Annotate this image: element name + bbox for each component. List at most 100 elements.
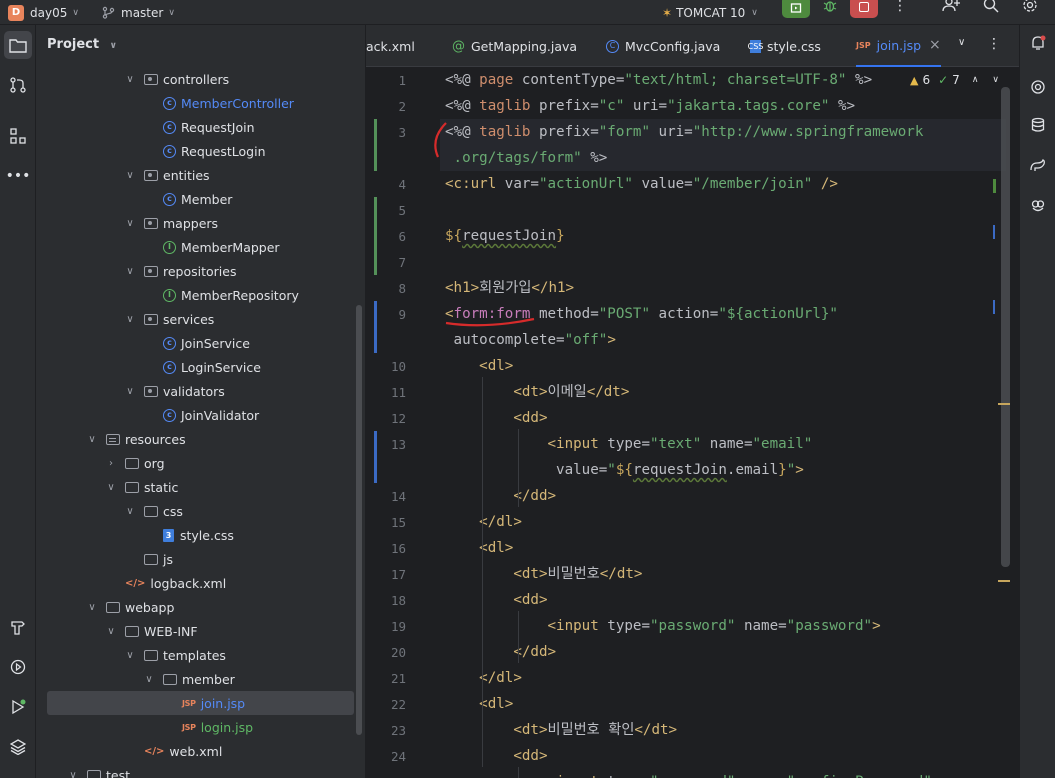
tree-item[interactable]: ∨ repositories	[36, 259, 365, 283]
code-line[interactable]: value="${requestJoin.email}">	[445, 460, 804, 480]
chevron-down-icon[interactable]: ∨	[86, 434, 98, 445]
tree-item[interactable]: c RequestJoin	[36, 115, 365, 139]
notifications-button[interactable]	[1028, 33, 1048, 53]
chevron-down-icon[interactable]: ∨	[992, 75, 999, 85]
chevron-up-icon[interactable]: ∧	[972, 75, 979, 85]
chevron-right-icon[interactable]: ›	[105, 458, 117, 469]
tree-item[interactable]: ∨ services	[36, 307, 365, 331]
editor-scrollbar[interactable]	[1001, 87, 1010, 567]
stop-button[interactable]	[850, 0, 878, 18]
tree-item[interactable]: I MemberRepository	[36, 283, 365, 307]
chevron-down-icon[interactable]: ∨	[67, 770, 79, 778]
error-stripe-mark[interactable]	[993, 179, 996, 193]
change-marker[interactable]	[374, 249, 377, 275]
tree-item[interactable]: ∨ templates	[36, 643, 365, 667]
code-line[interactable]: <dd>	[445, 408, 547, 428]
chevron-down-icon[interactable]: ∨	[124, 74, 136, 85]
branch-selector[interactable]: master ∨	[102, 0, 175, 25]
tree-item[interactable]: I MemberMapper	[36, 235, 365, 259]
change-marker[interactable]	[374, 223, 377, 249]
code-line[interactable]: <form:form method="POST" action="${actio…	[445, 304, 838, 324]
tree-item[interactable]: ∨ validators	[36, 379, 365, 403]
change-marker[interactable]	[374, 197, 377, 223]
code-line[interactable]: <dl>	[445, 694, 513, 714]
copilot-button[interactable]	[1028, 195, 1048, 215]
gear-icon[interactable]	[1022, 0, 1038, 13]
add-user-icon[interactable]	[942, 0, 960, 12]
change-marker[interactable]	[374, 301, 377, 327]
error-stripe-mark[interactable]	[993, 300, 995, 314]
chevron-down-icon[interactable]: ∨	[124, 170, 136, 181]
chevron-down-icon[interactable]: ∨	[124, 266, 136, 277]
tree-item[interactable]: c MemberController	[36, 91, 365, 115]
database-button[interactable]	[1028, 115, 1048, 135]
chevron-down-icon[interactable]: ∨	[958, 37, 965, 48]
editor-tab[interactable]: JSP join.jsp ×	[856, 25, 941, 67]
tree-item[interactable]: ∨ controllers	[36, 67, 365, 91]
tree-item[interactable]: c JoinValidator	[36, 403, 365, 427]
code-line[interactable]: <dt>이메일</dt>	[445, 382, 629, 402]
more-vertical-icon[interactable]: ⋮	[893, 0, 907, 14]
structure-tool-button[interactable]	[4, 122, 32, 150]
code-line[interactable]: <dl>	[445, 356, 513, 376]
change-marker[interactable]	[374, 457, 377, 483]
code-line[interactable]: <%@ taglib prefix="form" uri="http://www…	[445, 122, 923, 142]
gradle-button[interactable]	[1028, 155, 1048, 175]
more-tools-button[interactable]: •••	[4, 162, 32, 190]
code-line[interactable]: ${requestJoin}	[445, 226, 565, 246]
error-stripe-mark[interactable]	[998, 403, 1010, 405]
code-line[interactable]: autocomplete="off">	[445, 330, 616, 350]
ai-assistant-button[interactable]	[1028, 77, 1048, 97]
run-button[interactable]	[782, 0, 810, 18]
tree-item[interactable]: c LoginService	[36, 355, 365, 379]
code-line[interactable]: <%@ page contentType="text/html; charset…	[445, 70, 872, 90]
change-marker[interactable]	[374, 145, 377, 171]
code-line[interactable]: <dd>	[445, 746, 547, 766]
code-line[interactable]: <input type="text" name="email"	[445, 434, 813, 454]
chevron-down-icon[interactable]: ∨	[86, 602, 98, 613]
code-line[interactable]: </dl>	[445, 512, 522, 532]
tree-item[interactable]: ∨ css	[36, 499, 365, 523]
tree-item[interactable]: ∨ test	[36, 763, 365, 778]
chevron-down-icon[interactable]: ∨	[105, 626, 117, 637]
tree-item[interactable]: c Member	[36, 187, 365, 211]
tree-item[interactable]: JSP join.jsp	[47, 691, 354, 715]
code-line[interactable]: <%@ taglib prefix="c" uri="jakarta.tags.…	[445, 96, 855, 116]
editor-tab[interactable]: @ GetMapping.java	[452, 25, 577, 67]
tree-item[interactable]: ∨ webapp	[36, 595, 365, 619]
project-tool-button[interactable]	[4, 31, 32, 59]
project-selector[interactable]: D day05 ∨	[8, 0, 79, 25]
chevron-down-icon[interactable]: ∨	[124, 650, 136, 661]
editor-tab[interactable]: CSS style.css	[748, 25, 821, 67]
tree-item[interactable]: ∨ entities	[36, 163, 365, 187]
code-line[interactable]: </dl>	[445, 668, 522, 688]
code-line[interactable]: </dd>	[445, 486, 556, 506]
change-marker[interactable]	[374, 327, 377, 353]
tree-item[interactable]: js	[36, 547, 365, 571]
chevron-down-icon[interactable]: ∨	[124, 506, 136, 517]
tree-item[interactable]: c RequestLogin	[36, 139, 365, 163]
run-configuration[interactable]: ✶ TOMCAT 10 ∨	[662, 0, 758, 25]
change-marker[interactable]	[374, 119, 377, 145]
chevron-down-icon[interactable]: ∨	[124, 218, 136, 229]
chevron-down-icon[interactable]: ∨	[105, 482, 117, 493]
code-editor[interactable]: 1 <%@ page contentType="text/html; charse…	[366, 67, 1019, 778]
code-line[interactable]: <dl>	[445, 538, 513, 558]
tree-item[interactable]: ∨ member	[36, 667, 365, 691]
run-tool-button[interactable]	[4, 693, 32, 721]
tree-item[interactable]: ∨ resources	[36, 427, 365, 451]
editor-tab[interactable]: ack.xml	[366, 25, 415, 67]
tree-item[interactable]: JSP login.jsp	[36, 715, 365, 739]
debug-icon[interactable]	[822, 0, 838, 14]
tree-item[interactable]: </> web.xml	[36, 739, 365, 763]
code-line[interactable]: </dd>	[445, 642, 556, 662]
code-line[interactable]: <c:url var="actionUrl" value="/member/jo…	[445, 174, 838, 194]
inspection-widget[interactable]: ▲ 6 ✓ 7 ∧ ∨	[910, 73, 999, 87]
editor-tab[interactable]: C MvcConfig.java	[606, 25, 720, 67]
chevron-down-icon[interactable]: ∨	[143, 674, 155, 685]
layers-tool-button[interactable]	[4, 733, 32, 761]
close-icon[interactable]: ×	[929, 37, 941, 53]
code-line[interactable]: <dd>	[445, 590, 547, 610]
project-scrollbar[interactable]	[356, 305, 362, 735]
code-line[interactable]: <dt>비밀번호</dt>	[445, 564, 642, 584]
